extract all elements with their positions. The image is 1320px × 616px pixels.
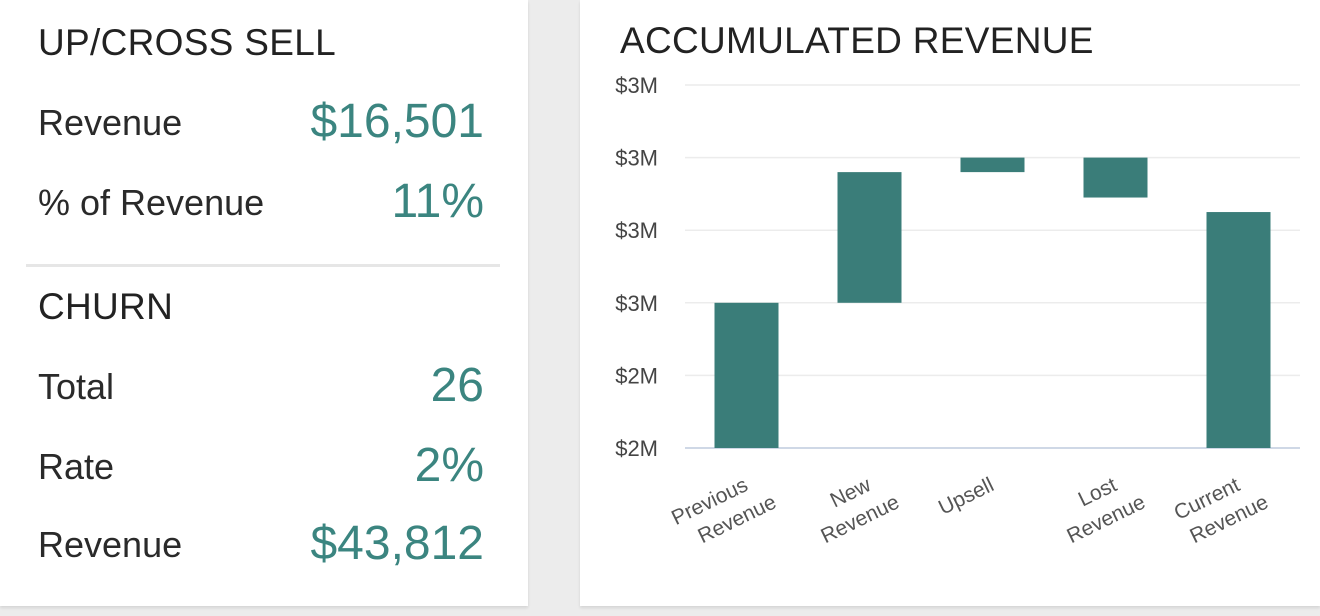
upcross-percent-value: 11%	[391, 175, 484, 228]
upcross-revenue-value: $16,501	[310, 95, 484, 148]
x-category-label: NewRevenue	[805, 465, 903, 548]
section-divider	[26, 264, 500, 267]
y-tick-label: $3M	[615, 146, 658, 171]
revenue-chart-panel: ACCUMULATED REVENUE $2M $2M $3M $3M $3M $3M Pr…	[580, 0, 1320, 606]
y-tick-label: $2M	[615, 436, 658, 461]
waterfall-bar[interactable]	[837, 172, 902, 303]
y-tick-label: $3M	[615, 73, 658, 98]
upcross-title: UP/CROSS SELL	[38, 22, 336, 63]
y-tick-label: $3M	[615, 218, 658, 243]
kpi-panel: UP/CROSS SELL Revenue $16,501 % of Reven…	[0, 0, 528, 606]
y-tick-label: $2M	[615, 363, 658, 388]
waterfall-bar[interactable]	[960, 157, 1025, 173]
churn-rate-label: Rate	[38, 446, 115, 487]
churn-total-label: Total	[38, 366, 115, 407]
waterfall-bar[interactable]	[1206, 212, 1271, 448]
x-category-label: Upsell	[935, 473, 998, 519]
churn-revenue-label: Revenue	[38, 524, 183, 565]
churn-rate-value: 2%	[414, 439, 484, 492]
x-category-label: CurrentRevenue	[1170, 465, 1271, 549]
upcross-percent-label: % of Revenue	[38, 182, 265, 223]
upcross-revenue-label: Revenue	[38, 102, 183, 143]
churn-revenue-value: $43,812	[310, 517, 484, 570]
y-tick-label: $3M	[615, 291, 658, 316]
x-category-label: PreviousRevenue	[668, 465, 780, 555]
waterfall-bar[interactable]	[1083, 157, 1148, 198]
churn-title: CHURN	[38, 286, 174, 327]
waterfall-bar[interactable]	[714, 302, 779, 448]
churn-total-value: 26	[430, 359, 484, 412]
x-category-label: LostRevenue	[1051, 465, 1149, 548]
waterfall-chart: $2M $2M $3M $3M $3M $3M PreviousRevenue NewReve…	[615, 73, 1300, 555]
